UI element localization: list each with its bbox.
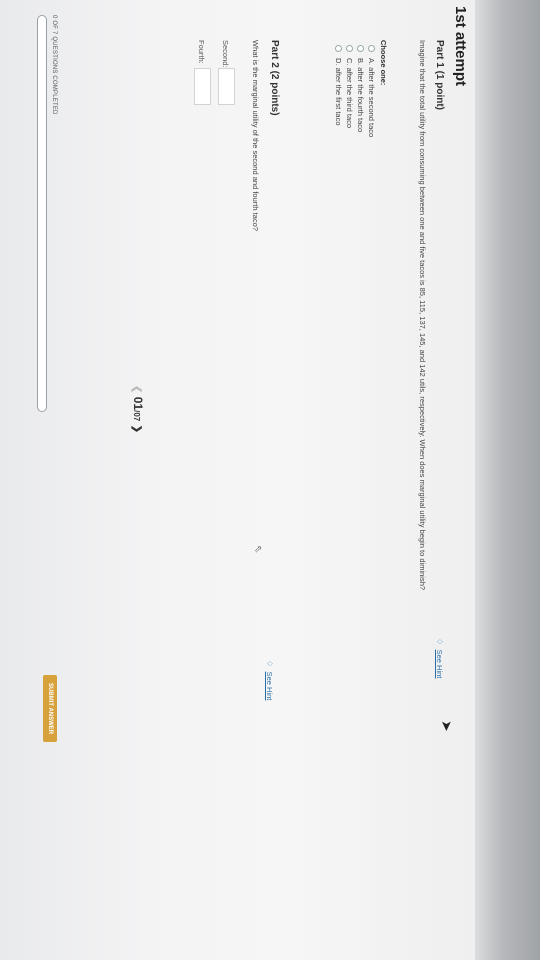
- option-label: C. after the third taco: [345, 58, 354, 129]
- mouse-pointer-icon: ⇖: [252, 545, 263, 554]
- part2-question: What is the marginal utility of the seco…: [251, 40, 260, 231]
- chevron-left-icon[interactable]: ❮: [131, 385, 142, 393]
- option-label: B. after the fourth taco: [356, 58, 365, 133]
- lightbulb-icon: ♢: [435, 638, 444, 646]
- progress-bar: [37, 15, 47, 412]
- option-b[interactable]: B. after the fourth taco: [356, 45, 365, 132]
- radio-button[interactable]: [357, 45, 364, 52]
- pager-current: 01: [131, 396, 145, 411]
- assignment-page: 1st attempt ➤ Part 1 (1 point) ♢ See Hin…: [0, 0, 475, 960]
- part2-hint-link[interactable]: ♢ See Hint: [262, 660, 280, 700]
- radio-button[interactable]: [335, 45, 342, 52]
- fourth-label: Fourth:: [197, 40, 206, 64]
- choose-one-label: Choose one:: [379, 40, 388, 86]
- chevron-right-icon[interactable]: ❯: [131, 425, 142, 433]
- option-c[interactable]: C. after the third taco: [345, 45, 354, 128]
- pager-total: 07: [132, 412, 141, 422]
- part2-hint-label: See Hint: [265, 671, 274, 701]
- part1-hint-label: See Hint: [435, 649, 444, 679]
- option-d[interactable]: D. after the first taco: [334, 45, 343, 126]
- part1-question: Imagine that the total utility from cons…: [418, 40, 427, 591]
- option-a[interactable]: A. after the second taco: [367, 45, 376, 137]
- radio-button[interactable]: [368, 45, 375, 52]
- part2-title: Part 2 (2 points): [269, 40, 280, 116]
- second-input[interactable]: [218, 68, 235, 105]
- monitor-bezel: [475, 0, 540, 960]
- fourth-input[interactable]: [194, 68, 211, 105]
- questions-completed-label: 0 OF 7 QUESTIONS COMPLETED: [51, 15, 57, 115]
- radio-button[interactable]: [346, 45, 353, 52]
- submit-label: SUBMIT ANSWER: [47, 683, 53, 735]
- option-label: D. after the first taco: [334, 58, 343, 126]
- cursor-arrow-icon: ➤: [439, 720, 455, 732]
- photo: 1st attempt ➤ Part 1 (1 point) ♢ See Hin…: [0, 0, 540, 960]
- part1-title: Part 1 (1 point): [434, 40, 445, 111]
- pager: ❮ 01/07 ❯: [131, 385, 145, 433]
- second-label: Second:: [221, 40, 230, 68]
- option-label: A. after the second taco: [367, 58, 376, 138]
- part1-hint-link[interactable]: ♢ See Hint: [432, 638, 450, 678]
- submit-answer-button[interactable]: SUBMIT ANSWER: [43, 675, 57, 743]
- attempt-title: 1st attempt: [452, 6, 469, 87]
- lightbulb-icon: ♢: [265, 660, 274, 668]
